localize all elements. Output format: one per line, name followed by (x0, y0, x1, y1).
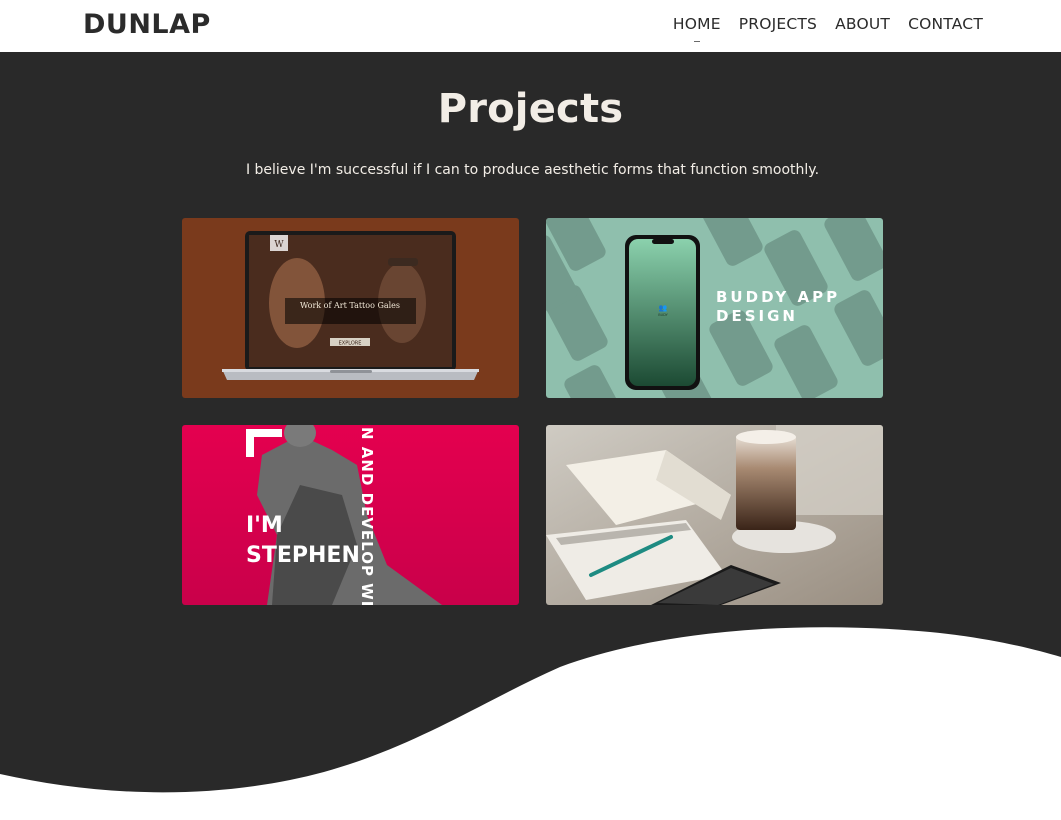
tattoo-thumb-button: EXPLORE (339, 341, 362, 347)
buddy-logo-text: BUDY (658, 313, 668, 317)
nav-home-link[interactable]: HOME (673, 15, 721, 33)
nav-about-link[interactable]: ABOUT (835, 15, 890, 33)
project-card-stephen[interactable]: I'M STEPHEN N AND DEVELOP WE (182, 425, 519, 605)
buddy-thumbnail: 👥 BUDY BUDDY APP DESIGN (546, 218, 883, 398)
page-subtitle: I believe I'm successful if I can to pro… (245, 162, 820, 178)
project-card-buddy[interactable]: 👥 BUDY BUDDY APP DESIGN (546, 218, 883, 398)
project-card-notebook[interactable] (546, 425, 883, 605)
tattoo-logo-text: W (274, 240, 284, 250)
buddy-thumb-line1: BUDDY APP (716, 288, 840, 306)
buddy-app-icon: 👥 (659, 304, 668, 312)
stephen-thumb-line2: STEPHEN (246, 543, 360, 568)
projects-section: Projects I believe I'm successful if I c… (0, 52, 1061, 820)
main-nav: HOME PROJECTS ABOUT CONTACT (673, 15, 983, 33)
stephen-thumbnail: I'M STEPHEN N AND DEVELOP WE (182, 425, 519, 605)
brand-logo[interactable]: DUNLAP (83, 9, 211, 40)
stephen-thumb-line1: I'M (246, 513, 283, 538)
top-navbar: DUNLAP HOME PROJECTS ABOUT CONTACT (0, 0, 1061, 52)
tattoo-thumb-title: Work of Art Tattoo Gales (300, 301, 400, 310)
tattoo-thumbnail: W Work of Art Tattoo Gales EXPLORE (182, 218, 519, 398)
stephen-vertical-text: N AND DEVELOP WE (358, 427, 376, 605)
page-title: Projects (437, 86, 624, 132)
nav-projects-link[interactable]: PROJECTS (739, 15, 817, 33)
project-card-tattoo[interactable]: W Work of Art Tattoo Gales EXPLORE (182, 218, 519, 398)
buddy-thumb-line2: DESIGN (716, 307, 798, 325)
notebook-thumbnail (546, 425, 883, 605)
nav-contact-link[interactable]: CONTACT (908, 15, 983, 33)
